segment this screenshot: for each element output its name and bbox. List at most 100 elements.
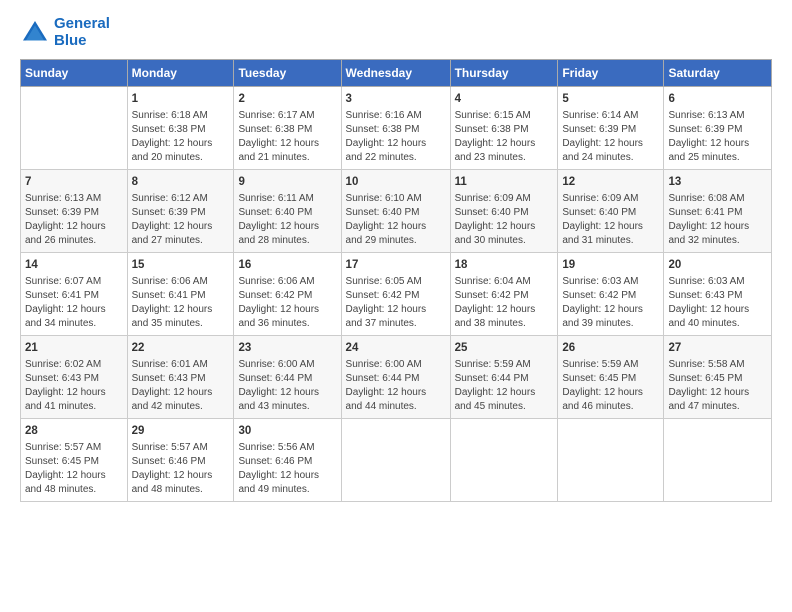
day-header-wednesday: Wednesday [341, 60, 450, 87]
cell-info: Sunrise: 6:18 AM Sunset: 6:38 PM Dayligh… [132, 109, 230, 165]
cell-info: Sunrise: 6:09 AM Sunset: 6:40 PM Dayligh… [562, 192, 659, 248]
logo-icon [20, 18, 50, 48]
calendar-cell [664, 419, 772, 502]
date-number: 5 [562, 91, 659, 107]
date-number: 1 [132, 91, 230, 107]
calendar-cell [450, 419, 558, 502]
calendar-cell [21, 87, 128, 170]
date-number: 18 [455, 257, 554, 273]
date-number: 28 [25, 423, 123, 439]
cell-info: Sunrise: 6:10 AM Sunset: 6:40 PM Dayligh… [346, 192, 446, 248]
date-number: 23 [238, 340, 336, 356]
logo: General Blue [20, 16, 110, 49]
cell-info: Sunrise: 6:04 AM Sunset: 6:42 PM Dayligh… [455, 275, 554, 331]
week-row-0: 1 Sunrise: 6:18 AM Sunset: 6:38 PM Daylig… [21, 87, 772, 170]
date-number: 6 [668, 91, 767, 107]
cell-info: Sunrise: 5:56 AM Sunset: 6:46 PM Dayligh… [238, 441, 336, 497]
cell-info: Sunrise: 6:00 AM Sunset: 6:44 PM Dayligh… [238, 358, 336, 414]
day-header-monday: Monday [127, 60, 234, 87]
calendar-table: SundayMondayTuesdayWednesdayThursdayFrid… [20, 59, 772, 502]
calendar-cell: 12 Sunrise: 6:09 AM Sunset: 6:40 PM Dayli… [558, 170, 664, 253]
calendar-cell: 6 Sunrise: 6:13 AM Sunset: 6:39 PM Daylig… [664, 87, 772, 170]
cell-info: Sunrise: 5:57 AM Sunset: 6:45 PM Dayligh… [25, 441, 123, 497]
week-row-1: 7 Sunrise: 6:13 AM Sunset: 6:39 PM Daylig… [21, 170, 772, 253]
day-header-saturday: Saturday [664, 60, 772, 87]
date-number: 16 [238, 257, 336, 273]
cell-info: Sunrise: 6:03 AM Sunset: 6:43 PM Dayligh… [668, 275, 767, 331]
date-number: 10 [346, 174, 446, 190]
calendar-cell: 16 Sunrise: 6:06 AM Sunset: 6:42 PM Dayli… [234, 253, 341, 336]
cell-info: Sunrise: 6:11 AM Sunset: 6:40 PM Dayligh… [238, 192, 336, 248]
date-number: 3 [346, 91, 446, 107]
calendar-cell: 28 Sunrise: 5:57 AM Sunset: 6:45 PM Dayli… [21, 419, 128, 502]
calendar-cell: 1 Sunrise: 6:18 AM Sunset: 6:38 PM Daylig… [127, 87, 234, 170]
date-number: 11 [455, 174, 554, 190]
calendar-cell: 4 Sunrise: 6:15 AM Sunset: 6:38 PM Daylig… [450, 87, 558, 170]
date-number: 20 [668, 257, 767, 273]
cell-info: Sunrise: 5:58 AM Sunset: 6:45 PM Dayligh… [668, 358, 767, 414]
cell-info: Sunrise: 6:09 AM Sunset: 6:40 PM Dayligh… [455, 192, 554, 248]
week-row-2: 14 Sunrise: 6:07 AM Sunset: 6:41 PM Dayli… [21, 253, 772, 336]
date-number: 2 [238, 91, 336, 107]
cell-info: Sunrise: 6:12 AM Sunset: 6:39 PM Dayligh… [132, 192, 230, 248]
calendar-cell: 20 Sunrise: 6:03 AM Sunset: 6:43 PM Dayli… [664, 253, 772, 336]
calendar-cell: 24 Sunrise: 6:00 AM Sunset: 6:44 PM Dayli… [341, 336, 450, 419]
cell-info: Sunrise: 5:59 AM Sunset: 6:45 PM Dayligh… [562, 358, 659, 414]
calendar-cell: 7 Sunrise: 6:13 AM Sunset: 6:39 PM Daylig… [21, 170, 128, 253]
date-number: 14 [25, 257, 123, 273]
calendar-cell: 23 Sunrise: 6:00 AM Sunset: 6:44 PM Dayli… [234, 336, 341, 419]
calendar-cell: 29Sunrise: 5:57 AM Sunset: 6:46 PM Dayli… [127, 419, 234, 502]
cell-info: Sunrise: 5:57 AM Sunset: 6:46 PM Dayligh… [132, 441, 230, 497]
day-header-thursday: Thursday [450, 60, 558, 87]
calendar-cell: 22Sunrise: 6:01 AM Sunset: 6:43 PM Dayli… [127, 336, 234, 419]
cell-info: Sunrise: 6:07 AM Sunset: 6:41 PM Dayligh… [25, 275, 123, 331]
cell-info: Sunrise: 6:00 AM Sunset: 6:44 PM Dayligh… [346, 358, 446, 414]
cell-info: Sunrise: 6:01 AM Sunset: 6:43 PM Dayligh… [132, 358, 230, 414]
calendar-cell: 27 Sunrise: 5:58 AM Sunset: 6:45 PM Dayli… [664, 336, 772, 419]
date-number: 27 [668, 340, 767, 356]
date-number: 4 [455, 91, 554, 107]
calendar-cell: 30 Sunrise: 5:56 AM Sunset: 6:46 PM Dayli… [234, 419, 341, 502]
date-number: 30 [238, 423, 336, 439]
cell-info: Sunrise: 6:06 AM Sunset: 6:42 PM Dayligh… [238, 275, 336, 331]
date-number: 25 [455, 340, 554, 356]
week-row-4: 28 Sunrise: 5:57 AM Sunset: 6:45 PM Dayli… [21, 419, 772, 502]
date-number: 24 [346, 340, 446, 356]
logo-text: General Blue [54, 16, 110, 49]
cell-info: Sunrise: 6:15 AM Sunset: 6:38 PM Dayligh… [455, 109, 554, 165]
calendar-cell: 15 Sunrise: 6:06 AM Sunset: 6:41 PM Dayli… [127, 253, 234, 336]
cell-info: Sunrise: 6:06 AM Sunset: 6:41 PM Dayligh… [132, 275, 230, 331]
calendar-cell [558, 419, 664, 502]
calendar-cell: 5Sunrise: 6:14 AM Sunset: 6:39 PM Daylig… [558, 87, 664, 170]
date-number: 8 [132, 174, 230, 190]
date-number: 19 [562, 257, 659, 273]
page: General Blue SundayMondayTuesdayWednesda… [0, 0, 792, 612]
date-number: 21 [25, 340, 123, 356]
cell-info: Sunrise: 6:13 AM Sunset: 6:39 PM Dayligh… [668, 109, 767, 165]
day-header-sunday: Sunday [21, 60, 128, 87]
date-number: 15 [132, 257, 230, 273]
date-number: 26 [562, 340, 659, 356]
cell-info: Sunrise: 6:02 AM Sunset: 6:43 PM Dayligh… [25, 358, 123, 414]
week-row-3: 21 Sunrise: 6:02 AM Sunset: 6:43 PM Dayli… [21, 336, 772, 419]
date-number: 17 [346, 257, 446, 273]
date-number: 12 [562, 174, 659, 190]
cell-info: Sunrise: 6:13 AM Sunset: 6:39 PM Dayligh… [25, 192, 123, 248]
cell-info: Sunrise: 5:59 AM Sunset: 6:44 PM Dayligh… [455, 358, 554, 414]
calendar-cell: 18 Sunrise: 6:04 AM Sunset: 6:42 PM Dayli… [450, 253, 558, 336]
calendar-cell [341, 419, 450, 502]
date-number: 9 [238, 174, 336, 190]
calendar-cell: 10 Sunrise: 6:10 AM Sunset: 6:40 PM Dayli… [341, 170, 450, 253]
calendar-cell: 3Sunrise: 6:16 AM Sunset: 6:38 PM Daylig… [341, 87, 450, 170]
cell-info: Sunrise: 6:08 AM Sunset: 6:41 PM Dayligh… [668, 192, 767, 248]
header-row: SundayMondayTuesdayWednesdayThursdayFrid… [21, 60, 772, 87]
day-header-friday: Friday [558, 60, 664, 87]
calendar-cell: 17 Sunrise: 6:05 AM Sunset: 6:42 PM Dayli… [341, 253, 450, 336]
calendar-cell: 11 Sunrise: 6:09 AM Sunset: 6:40 PM Dayli… [450, 170, 558, 253]
cell-info: Sunrise: 6:05 AM Sunset: 6:42 PM Dayligh… [346, 275, 446, 331]
calendar-cell: 9 Sunrise: 6:11 AM Sunset: 6:40 PM Daylig… [234, 170, 341, 253]
date-number: 13 [668, 174, 767, 190]
cell-info: Sunrise: 6:17 AM Sunset: 6:38 PM Dayligh… [238, 109, 336, 165]
date-number: 7 [25, 174, 123, 190]
day-header-tuesday: Tuesday [234, 60, 341, 87]
